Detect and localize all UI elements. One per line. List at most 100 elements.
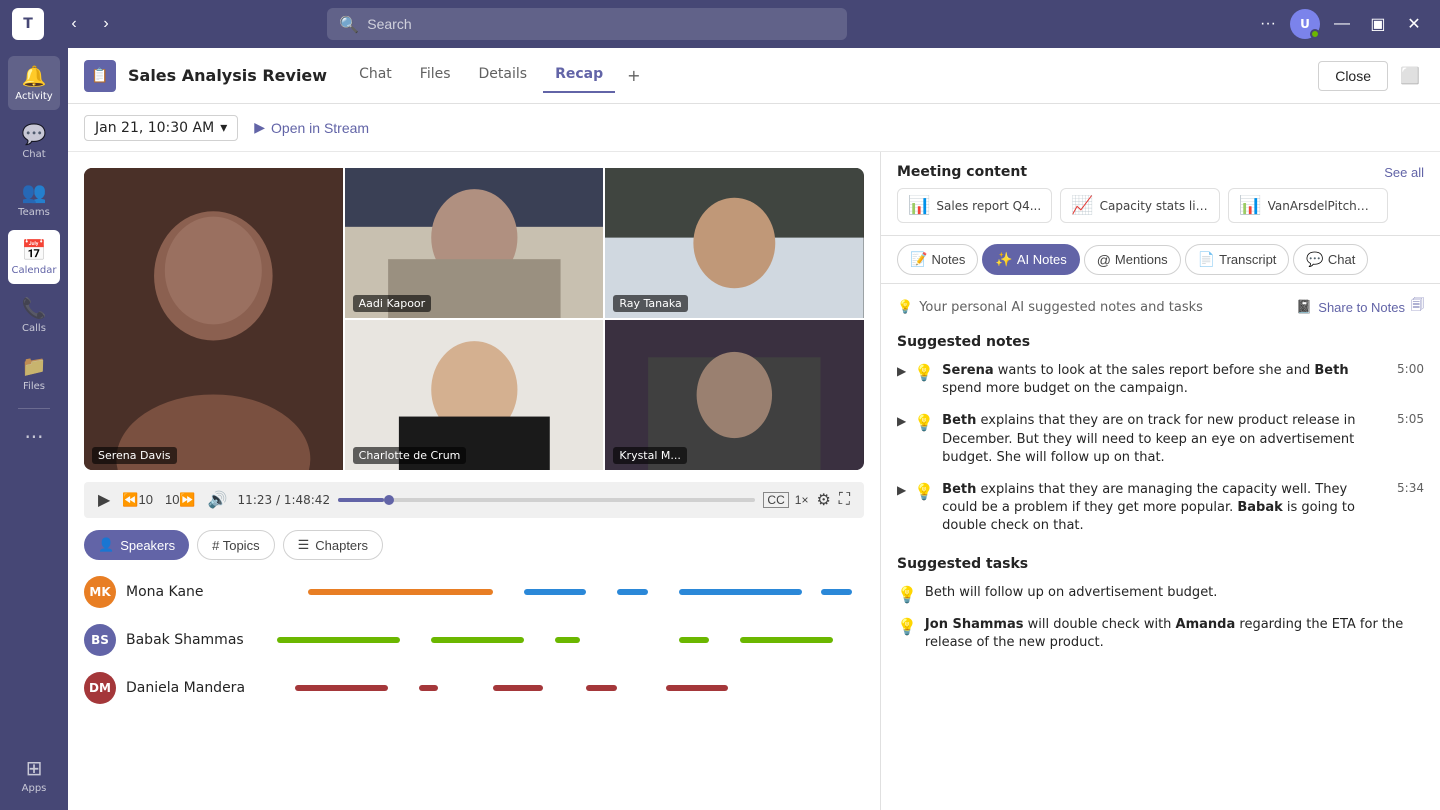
sidebar-item-teams[interactable]: 👥 Teams [8,172,60,226]
bar [431,637,524,643]
rewind-button[interactable]: ⏪10 [120,490,155,510]
ai-personal-text: 💡 Your personal AI suggested notes and t… [897,300,1203,315]
speed-button[interactable]: 1× [793,491,811,509]
tab-chat-notes[interactable]: 💬 Chat [1293,244,1368,275]
progress-fill [338,498,384,502]
task-text-0: Beth will follow up on advertisement bud… [925,584,1424,602]
sidebar-item-calendar[interactable]: 📅 Calendar [8,230,60,284]
timeline-daniela [246,683,864,693]
video-controls: ▶ ⏪10 10⏩ 🔊 11:23 / 1:48:42 CC 1× ⚙ [84,482,864,518]
tab-files[interactable]: Files [408,58,463,93]
lightbulb-icon: 💡 [897,300,913,315]
nav-back-button[interactable]: ‹ [60,10,88,38]
search-bar[interactable]: 🔍 [327,8,847,40]
channel-title: Sales Analysis Review [128,66,327,85]
open-stream-button[interactable]: ▶ Open in Stream [254,119,369,136]
sidebar-divider [18,408,50,409]
notes-tab-icon: 📝 [910,251,927,268]
note-ai-icon-1: 💡 [914,413,934,432]
timeline-babak [246,635,864,645]
stream-icon: ▶ [254,119,265,136]
tab-notes[interactable]: 📝 Notes [897,244,978,275]
avatar[interactable]: U [1290,9,1320,39]
speaker-list: MK Mona Kane BS Babak Shammas [84,572,864,794]
note-time-2: 5:34 [1397,481,1424,495]
tab-transcript[interactable]: 📄 Transcript [1185,244,1290,275]
speaker-row-mona: MK Mona Kane [84,572,864,612]
avatar-initials: U [1300,17,1310,31]
file-item-1[interactable]: 📈 Capacity stats list... [1060,188,1220,223]
close-button[interactable]: Close [1318,61,1388,91]
tab-mentions[interactable]: @ Mentions [1084,245,1181,275]
task-text-1: Jon Shammas will double check with Amand… [925,616,1424,652]
video-label-krystal: Krystal M... [613,447,687,464]
bar [295,685,388,691]
file-item-2[interactable]: 📊 VanArsdelPitchDe... [1228,188,1388,223]
nav-forward-button[interactable]: › [92,10,120,38]
sidebar-label-chat: Chat [22,149,45,160]
main-layout: 🔔 Activity 💬 Chat 👥 Teams 📅 Calendar 📞 C… [0,48,1440,810]
progress-bar[interactable] [338,498,755,502]
tab-add-button[interactable]: + [619,58,648,93]
avatar-babak: BS [84,624,116,656]
settings-button[interactable]: ⚙ [814,488,832,512]
bar [524,589,586,595]
share-to-notes-button[interactable]: 📓 Share to Notes 🗐 [1296,296,1424,318]
tab-chat[interactable]: Chat [347,58,404,93]
ai-notes-content: 💡 Your personal AI suggested notes and t… [881,284,1440,810]
apps-icon: ⊞ [26,756,43,780]
copy-icon: 🗐 [1411,296,1424,318]
chat-icon: 💬 [22,122,47,146]
task-ai-icon-0: 💡 [897,585,917,604]
sidebar-item-files[interactable]: 📁 Files [8,346,60,400]
tab-ai-notes[interactable]: ✨ AI Notes [982,244,1079,275]
volume-button[interactable]: 🔊 [206,488,230,512]
forward-button[interactable]: 10⏩ [163,490,198,510]
speakers-tab[interactable]: 👤 Speakers [84,530,189,560]
cc-button[interactable]: CC [763,492,788,508]
sidebar: 🔔 Activity 💬 Chat 👥 Teams 📅 Calendar 📞 C… [0,48,68,810]
fullscreen-button[interactable]: ⛶ [837,489,852,511]
meeting-files: 📊 Sales report Q4... 📈 Capacity stats li… [881,188,1440,235]
see-all-button[interactable]: See all [1384,165,1424,180]
more-options-button[interactable]: ··· [1254,10,1282,38]
task-item-1: 💡 Jon Shammas will double check with Ama… [897,616,1424,652]
note-text-2: Beth explains that they are managing the… [942,481,1381,536]
bar [308,589,493,595]
status-badge [1310,29,1320,39]
suggested-notes-title: Suggested notes [897,334,1424,350]
note-item-2: ▶ 💡 Beth explains that they are managing… [897,481,1424,536]
sidebar-label-apps: Apps [22,783,47,794]
close-window-button[interactable]: ✕ [1400,10,1428,38]
suggested-tasks-section: Suggested tasks 💡 Beth will follow up on… [897,556,1424,652]
topics-tab[interactable]: # Topics [197,530,274,560]
channel-tabs: Chat Files Details Recap + [347,58,648,93]
minimize-button[interactable]: — [1328,10,1356,38]
play-button[interactable]: ▶ [96,488,112,512]
search-input[interactable] [367,16,835,32]
note-bullet-0: ▶ [897,364,906,378]
meeting-content-header: Meeting content See all [881,152,1440,188]
chapters-tab[interactable]: ☰ Chapters [283,530,383,560]
sidebar-item-chat[interactable]: 💬 Chat [8,114,60,168]
date-selector[interactable]: Jan 21, 10:30 AM ▾ [84,115,238,141]
panel-toggle-button[interactable]: ⬜ [1396,62,1424,90]
file-item-0[interactable]: 📊 Sales report Q4... [897,188,1052,223]
bar [277,637,401,643]
maximize-button[interactable]: ▣ [1364,10,1392,38]
tab-details[interactable]: Details [467,58,540,93]
sidebar-item-more[interactable]: ··· [8,417,60,457]
note-text-1: Beth explains that they are on track for… [942,412,1381,467]
sidebar-label-calls: Calls [22,323,46,334]
avatar-daniela: DM [84,672,116,704]
mentions-tab-icon: @ [1097,252,1111,268]
bar [555,637,580,643]
sidebar-item-calls[interactable]: 📞 Calls [8,288,60,342]
sidebar-label-files: Files [23,381,45,392]
avatar-mona: MK [84,576,116,608]
sidebar-item-activity[interactable]: 🔔 Activity [8,56,60,110]
sidebar-item-apps[interactable]: ⊞ Apps [8,748,60,802]
files-icon: 📁 [22,354,47,378]
video-label-aadi: Aadi Kapoor [353,295,432,312]
tab-recap[interactable]: Recap [543,58,615,93]
